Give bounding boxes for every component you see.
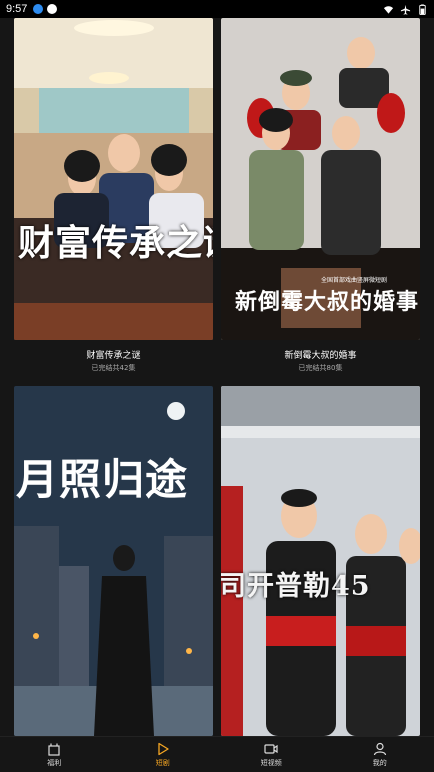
video-icon [264, 743, 278, 754]
poster-title-art: 月照归途 [16, 455, 189, 504]
drama-title[interactable]: 财富传承之谜 [14, 348, 213, 361]
bottom-nav: 福利 短剧 短视频 我的 [0, 736, 434, 772]
nav-label: 短剧 [155, 758, 170, 767]
poster-title-art: 财富传承之谜 [18, 222, 213, 264]
drama-card[interactable]: 月照归途 [14, 386, 213, 736]
airplane-icon [400, 4, 411, 15]
drama-poster[interactable]: 财富传承之谜 [14, 18, 213, 340]
drama-poster[interactable]: 月照归途 [14, 386, 213, 736]
drama-poster[interactable]: 司开普勒45 [221, 386, 420, 736]
gift-icon [48, 743, 60, 756]
nav-profile[interactable]: 我的 [326, 737, 434, 772]
drama-feed[interactable]: 财富传承之谜 财富传承之谜 已完结共42集 [0, 18, 434, 736]
drama-poster[interactable]: 全国首部戏曲竖屏微短剧 新倒霉大叔的婚事 [221, 18, 420, 340]
drama-episode-status: 已完结共80集 [298, 364, 343, 372]
user-icon [373, 742, 386, 755]
status-bar: 9:57 [0, 0, 434, 18]
nav-label: 短视频 [260, 758, 282, 767]
drama-card[interactable]: 司开普勒45 [221, 386, 420, 736]
drama-card[interactable]: 财富传承之谜 财富传承之谜 已完结共42集 [14, 18, 213, 378]
poster-title-art: 新倒霉大叔的婚事 [235, 289, 420, 315]
play-icon [158, 742, 169, 755]
nav-short-video[interactable]: 短视频 [217, 737, 326, 772]
poster-title-art: 司开普勒45 [221, 571, 371, 602]
nav-short-drama[interactable]: 短剧 [109, 737, 218, 772]
poster-tagline: 全国首部戏曲竖屏微短剧 [321, 277, 388, 284]
poster-illustration [14, 18, 213, 340]
wifi-icon [383, 5, 394, 14]
nav-welfare[interactable]: 福利 [0, 737, 109, 772]
notification-dot-icon [47, 4, 58, 14]
poster-illustration [14, 386, 213, 736]
download-notification-icon [33, 4, 44, 14]
battery-icon [419, 3, 426, 15]
drama-title[interactable]: 新倒霉大叔的婚事 [221, 348, 420, 361]
status-time: 9:57 [6, 3, 28, 15]
poster-illustration [221, 386, 420, 736]
status-icons [383, 3, 428, 15]
drama-card[interactable]: 全国首部戏曲竖屏微短剧 新倒霉大叔的婚事 新倒霉大叔的婚事 已完结共80集 [221, 18, 420, 378]
nav-label: 我的 [372, 758, 387, 767]
drama-episode-status: 已完结共42集 [91, 364, 136, 372]
nav-label: 福利 [47, 758, 62, 767]
